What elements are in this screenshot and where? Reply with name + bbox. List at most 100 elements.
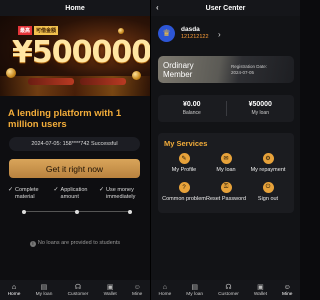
lock-icon: ⚿ xyxy=(220,182,232,193)
profile-icon: ✎ xyxy=(178,153,190,164)
member-card: Ordinary Member Registration Date: 2024-… xyxy=(158,56,294,83)
user-icon: ☺ xyxy=(283,283,291,291)
tab-label: Home xyxy=(158,291,172,297)
success-notice: 2024-07-05: 158****742 Successful xyxy=(9,137,140,151)
loan-icon: ▤ xyxy=(191,283,198,291)
info-icon: i xyxy=(29,241,36,247)
student-notice: i No loans are provided to students xyxy=(0,240,150,247)
service-label: My repayment xyxy=(250,167,286,173)
loan-icon: ✉ xyxy=(220,153,232,164)
banner-tag-amount: 可借金額 xyxy=(34,26,59,35)
balance-item[interactable]: ¥0.00 Balance xyxy=(158,95,226,122)
feature-label: Complete material xyxy=(15,187,39,200)
service-my-repayment[interactable]: ⚙ My repayment xyxy=(246,153,290,174)
service-label: Reset Password xyxy=(205,196,247,202)
tab-customer[interactable]: ☊ Customer xyxy=(218,284,239,297)
wallet-icon: ▣ xyxy=(106,283,114,291)
check-icon: ✓ xyxy=(8,187,14,193)
tab-my-loan[interactable]: ▤ My loan xyxy=(36,284,53,297)
registration-info: Registration Date: 2024-07-05 xyxy=(231,64,267,76)
banner-ribbon xyxy=(28,78,74,85)
feature-item: ✓ Application amount xyxy=(54,187,99,200)
progress-dots xyxy=(22,209,132,214)
tab-label: My loan xyxy=(35,291,53,297)
feature-list: ✓ Complete material ✓ Application amount… xyxy=(8,187,144,200)
tab-label: Wallet xyxy=(103,291,117,297)
service-label: Common problem xyxy=(162,196,206,202)
platform-headline: A lending platform with 1 million users xyxy=(8,108,122,130)
balance-label: Balance xyxy=(182,110,201,116)
home-screen: Home 最高 可借金額 ¥500000 A lending platform … xyxy=(0,0,150,300)
my-loan-value: ¥50000 xyxy=(248,101,272,108)
banner-ribbon xyxy=(80,78,126,85)
tab-label: Wallet xyxy=(253,291,268,297)
service-my-profile[interactable]: ✎ My Profile xyxy=(162,153,206,174)
banner-amount: ¥500000 xyxy=(12,35,150,70)
home-title: Home xyxy=(65,4,85,12)
service-label: Sign out xyxy=(257,196,279,202)
feature-item: ✓ Use money immediately xyxy=(99,187,144,200)
promo-banner[interactable]: 最高 可借金額 ¥500000 xyxy=(0,16,150,96)
headset-icon: ☊ xyxy=(74,283,82,291)
tab-home[interactable]: ⌂ Home xyxy=(8,284,21,297)
banner-tags: 最高 可借金額 xyxy=(18,26,59,35)
power-icon: ⏻ xyxy=(262,182,274,193)
service-sign-out[interactable]: ⏻ Sign out xyxy=(246,182,290,203)
service-my-loan[interactable]: ✉ My loan xyxy=(204,153,248,174)
coin-decoration xyxy=(118,28,124,34)
my-loan-item[interactable]: ¥50000 My loan xyxy=(227,95,295,122)
tab-label: Mine xyxy=(282,291,293,297)
tab-bar: ⌂ Home ▤ My loan ☊ Customer ▣ Wallet ☺ Mine xyxy=(0,280,150,300)
cta-label: Get it right now xyxy=(45,163,104,174)
balance-value: ¥0.00 xyxy=(182,101,201,108)
user-phone: 121212122 xyxy=(181,34,209,40)
chevron-left-icon[interactable]: ‹ xyxy=(156,3,159,12)
home-icon: ⌂ xyxy=(162,283,168,291)
tab-label: Customer xyxy=(67,291,89,297)
wallet-icon: ▣ xyxy=(257,283,264,291)
feature-item: ✓ Complete material xyxy=(8,187,53,200)
user-profile[interactable]: ♛ dasda 121212122 xyxy=(158,25,209,42)
loan-icon: ▤ xyxy=(40,283,48,291)
tab-mine[interactable]: ☺ Mine xyxy=(282,284,292,297)
service-reset-password[interactable]: ⚿ Reset Password xyxy=(204,182,248,203)
headset-icon: ☊ xyxy=(225,283,232,291)
user-name: dasda xyxy=(181,26,200,33)
student-notice-text: No loans are provided to students xyxy=(37,240,121,246)
tab-wallet[interactable]: ▣ Wallet xyxy=(104,284,117,297)
tab-mine[interactable]: ☺ Mine xyxy=(132,284,142,297)
check-icon: ✓ xyxy=(99,187,105,193)
banner-tag-max: 最高 xyxy=(18,26,33,35)
check-icon: ✓ xyxy=(53,187,59,193)
my-loan-label: My loan xyxy=(251,110,269,116)
question-icon: ? xyxy=(178,182,190,193)
user-center-header: ‹ User Center xyxy=(151,0,300,16)
notice-text: 2024-07-05: 158****742 Successful xyxy=(31,141,118,147)
avatar: ♛ xyxy=(158,25,175,42)
tab-home[interactable]: ⌂ Home xyxy=(159,284,172,297)
services-title: My Services xyxy=(164,139,208,148)
tab-my-loan[interactable]: ▤ My loan xyxy=(186,284,203,297)
feature-label: Use money immediately xyxy=(106,187,136,200)
get-it-now-button[interactable]: Get it right now xyxy=(9,159,140,178)
progress-dot xyxy=(22,209,26,214)
user-icon: ☺ xyxy=(133,283,141,291)
tab-label: Mine xyxy=(131,291,143,297)
banner-glow xyxy=(0,76,150,96)
progress-dot xyxy=(128,209,132,214)
service-common-problem[interactable]: ? Common problem xyxy=(162,182,206,203)
registration-date: 2024-07-05 xyxy=(231,70,255,75)
tab-label: My loan xyxy=(186,291,204,297)
tab-wallet[interactable]: ▣ Wallet xyxy=(254,284,267,297)
tab-label: Customer xyxy=(218,291,239,297)
tab-customer[interactable]: ☊ Customer xyxy=(68,284,89,297)
balance-panel: ¥0.00 Balance ¥50000 My loan xyxy=(158,95,294,122)
member-title: Ordinary Member xyxy=(163,61,194,79)
feature-label: Application amount xyxy=(60,187,88,200)
service-label: My loan xyxy=(216,167,236,173)
service-label: My Profile xyxy=(171,167,197,173)
chevron-right-icon[interactable]: › xyxy=(218,30,221,39)
crown-icon: ♛ xyxy=(162,28,171,38)
user-center-screen: ‹ User Center ♛ dasda 121212122 › Ordina… xyxy=(151,0,300,300)
home-header: Home xyxy=(0,0,150,16)
